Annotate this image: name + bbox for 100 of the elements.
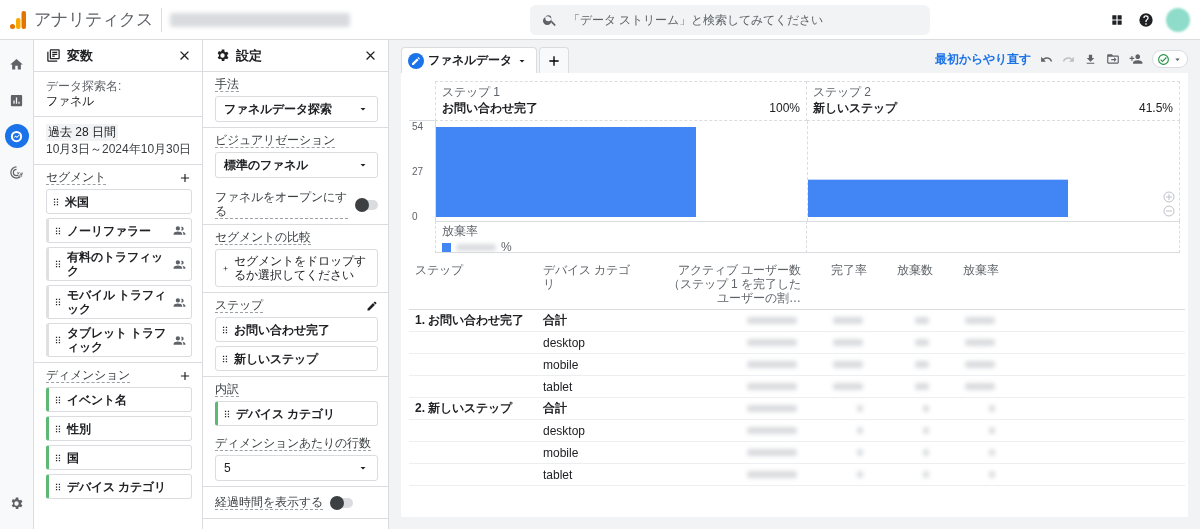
field-label: ビジュアリゼーション (215, 133, 335, 148)
people-icon (173, 333, 186, 347)
blurred-value (965, 317, 995, 324)
exploration-tab[interactable]: ファネルデータ (401, 47, 537, 73)
blurred-value (923, 427, 929, 434)
home-icon (9, 56, 24, 72)
segment-chip[interactable]: 米国 (46, 189, 192, 214)
axis-tick-label: 54 (412, 121, 424, 132)
reset-link[interactable]: 最初からやり直す (935, 50, 1031, 68)
step-chip[interactable]: お問い合わせ完了 (215, 317, 378, 342)
dimension-chip[interactable]: イベント名 (46, 387, 192, 412)
visualization-select[interactable]: 標準のファネル (215, 152, 378, 178)
column-header: 放棄数 (873, 259, 939, 310)
blurred-value (857, 405, 863, 412)
toggle-label: 経過時間を表示する (215, 495, 323, 510)
advertising-icon (9, 164, 24, 180)
blurred-value (857, 427, 863, 434)
segment-chip[interactable]: ノーリファラー (46, 218, 192, 243)
drag-handle-icon (53, 481, 63, 492)
step-name: お問い合わせ完了 (234, 322, 331, 337)
axis-tick-label: 0 (412, 211, 418, 221)
blurred-value (915, 361, 929, 368)
date-range-label: 過去 28 日間 (46, 124, 118, 141)
field-label: 内訳 (215, 382, 239, 397)
dimension-chip[interactable]: デバイス カテゴリ (46, 474, 192, 499)
blurred-value (989, 405, 995, 412)
blurred-value (747, 427, 797, 434)
apps-grid-icon (1110, 12, 1124, 27)
dimension-name: 国 (67, 450, 80, 465)
step-name: 新しいステップ (234, 351, 320, 366)
table-cell: desktop (537, 420, 647, 442)
settings-icon (215, 48, 230, 63)
blurred-value (989, 449, 995, 456)
technique-select[interactable]: ファネルデータ探索 (215, 96, 378, 122)
column-header: デバイス カテゴリ (537, 259, 647, 310)
segment-chip[interactable]: タブレット トラフィック (46, 323, 192, 357)
blurred-value (915, 383, 929, 390)
toggle-label: ファネルをオープンにする (215, 190, 348, 219)
blurred-value (923, 449, 929, 456)
search-field[interactable]: 「データ ストリーム」と検索してみてください (530, 4, 930, 35)
blurred-value (833, 383, 863, 390)
field-label: データ探索名: (46, 79, 123, 93)
column-header: アクティブ ユーザー数（ステップ 1 を完了したユーザーの割… (647, 259, 807, 310)
drag-handle-icon (53, 225, 63, 236)
step-name: お問い合わせ完了 (442, 101, 538, 115)
blurred-value (965, 383, 995, 390)
blurred-value (747, 361, 797, 368)
settings-icon (9, 496, 24, 511)
dimension-chip[interactable]: 国 (46, 445, 192, 470)
blurred-value (915, 317, 929, 324)
people-icon (173, 295, 186, 309)
blurred-value (747, 339, 797, 346)
status-button[interactable] (1152, 50, 1188, 68)
blurred-value (915, 339, 929, 346)
blurred-value (989, 427, 995, 434)
table-cell: 1. お問い合わせ完了 (409, 310, 537, 332)
list-icon (46, 48, 61, 63)
blurred-value (747, 317, 797, 324)
dimension-name: デバイス カテゴリ (236, 406, 337, 421)
column-header: 完了率 (807, 259, 873, 310)
blurred-value (857, 471, 863, 478)
breakdown-chip[interactable]: デバイス カテゴリ (215, 401, 378, 426)
add-tab-button[interactable] (539, 47, 569, 73)
download-icon (1084, 52, 1097, 66)
dimension-chip[interactable]: 性別 (46, 416, 192, 441)
blurred-value (747, 471, 797, 478)
segment-chip[interactable]: モバイル トラフィック (46, 285, 192, 319)
step-chip[interactable]: 新しいステップ (215, 346, 378, 371)
table-cell: 2. 新しいステップ (409, 398, 537, 420)
blurred-value (747, 383, 797, 390)
field-label: セグメントの比較 (215, 230, 311, 245)
drag-handle-icon (222, 408, 232, 419)
segment-name: タブレット トラフィック (67, 326, 168, 354)
legend-unit: % (501, 240, 512, 254)
drag-handle-icon (53, 394, 63, 405)
folder-icon (1106, 52, 1120, 66)
step-label: ステップ 2 (813, 85, 872, 99)
blurred-value (989, 471, 995, 478)
drag-handle-icon (53, 259, 63, 269)
table-cell: 合計 (537, 398, 647, 420)
segment-name: ノーリファラー (67, 223, 152, 238)
exploration-name: ファネル (46, 94, 95, 108)
blurred-value (747, 449, 797, 456)
toggle-switch[interactable] (356, 199, 378, 210)
pencil-icon (408, 52, 424, 69)
drag-handle-icon (51, 196, 61, 207)
column-header: 放棄率 (939, 259, 1005, 310)
toggle-switch[interactable] (331, 497, 353, 508)
nav-button[interactable] (4, 124, 29, 148)
step-label: ステップ 1 (442, 85, 501, 99)
blurred-value (923, 405, 929, 412)
segment-drop-zone[interactable]: セグメントをドロップするか選択してください (215, 249, 378, 287)
rows-select[interactable]: 5 (215, 455, 378, 481)
blurred-value (833, 361, 863, 368)
legend-swatch (442, 242, 451, 252)
reports-icon (9, 92, 24, 108)
segment-chip[interactable]: 有料のトラフィック (46, 247, 192, 281)
panel-title: 変数 (67, 46, 94, 65)
table-cell: mobile (537, 442, 647, 464)
field-label: ステップ (215, 298, 263, 313)
